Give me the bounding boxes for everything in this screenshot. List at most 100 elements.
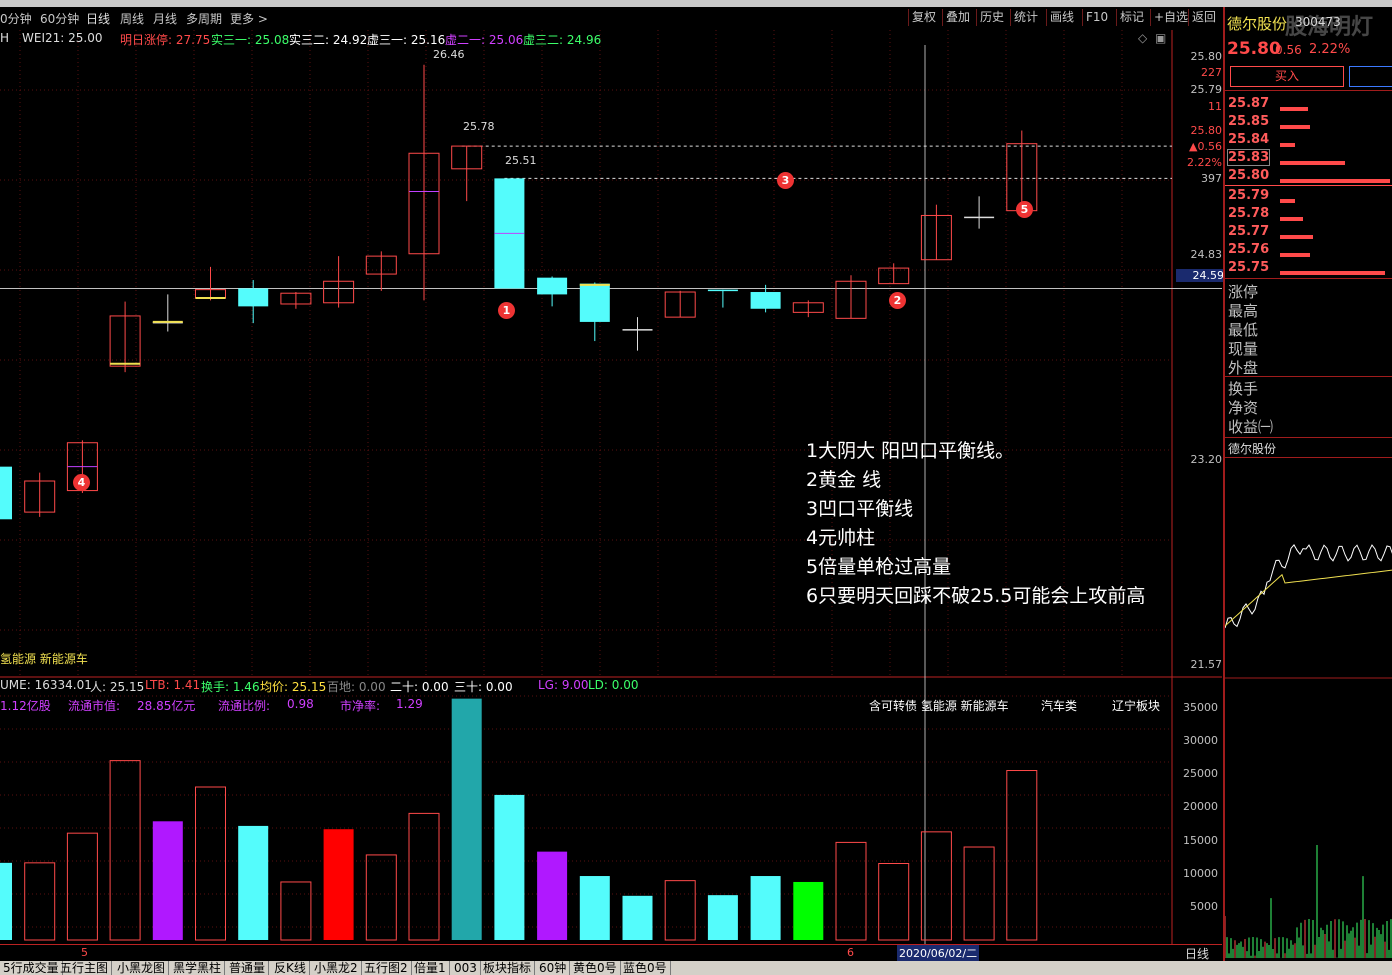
vol-ren: 人: 25.15	[90, 680, 145, 694]
vol-axis-tick: 20000	[1183, 800, 1218, 813]
info-cap: 1.12亿股	[0, 699, 51, 713]
order-size-bar	[1280, 107, 1308, 111]
info-pb: 1.29	[396, 697, 423, 711]
vol-ltb: LTB: 1.41	[145, 678, 201, 692]
f10-button[interactable]: F10	[1082, 9, 1111, 26]
annotation-4: 4元帅柱	[806, 527, 876, 549]
candle-body	[622, 329, 653, 331]
marker-4: 4	[73, 474, 90, 491]
period-week[interactable]: 周线	[120, 10, 144, 27]
tab-indicator[interactable]: 蓝色0号	[620, 961, 671, 975]
tab-indicator[interactable]: 五行图2	[361, 961, 412, 975]
axis-tick: 24.83	[1190, 248, 1223, 261]
volume-bar	[0, 862, 12, 940]
draw-button[interactable]: 画线	[1046, 9, 1077, 26]
order-price: 25.87	[1228, 96, 1270, 111]
time-axis: 5 6 2020/06/02/二 日线	[0, 944, 1222, 961]
volume-bar	[793, 881, 824, 940]
volume-bar	[622, 895, 653, 940]
volume-bar	[280, 881, 312, 941]
order-price: 25.84	[1228, 132, 1270, 147]
volume-bar	[195, 786, 226, 941]
annotation-5: 5倍量单枪过高量	[806, 556, 952, 578]
axis-tick: ▲0.56	[1189, 140, 1222, 153]
period-month[interactable]: 月线	[153, 10, 177, 27]
tab-indicator[interactable]: 5行成交量	[0, 961, 63, 975]
order-price: 25.85	[1228, 114, 1270, 129]
vol-baidi: 百地: 0.00	[327, 680, 386, 694]
tab-indicator[interactable]: 黄色0号	[570, 961, 621, 975]
period-10min[interactable]: 0分钟	[0, 10, 32, 27]
volume-bar	[707, 895, 738, 940]
history-button[interactable]: 历史	[976, 9, 1007, 26]
window-icon[interactable]: ▣	[1155, 31, 1166, 45]
level-label-1: 25.78	[463, 120, 495, 133]
axis-tick: 397	[1201, 172, 1222, 185]
volume-chart[interactable]	[0, 678, 1222, 945]
back-button[interactable]: 返回	[1188, 9, 1219, 26]
order-price: 25.78	[1228, 206, 1270, 221]
tab-indicator[interactable]: 五行主图	[57, 961, 113, 975]
axis-tick: 21.57	[1190, 658, 1223, 671]
fuquan-button[interactable]: 复权	[908, 9, 939, 26]
legend-limit-up: 明日涨停: 27.75	[120, 33, 211, 47]
buy-button[interactable]: 买入	[1230, 66, 1344, 87]
volume-bar	[66, 832, 98, 941]
vol-ershi: 二十: 0.00	[390, 680, 449, 694]
annotation-2: 2黄金 线	[806, 469, 882, 491]
mark-button[interactable]: 标记	[1116, 9, 1147, 26]
legend-h: H	[0, 31, 10, 45]
volume-bar	[238, 825, 269, 940]
diamond-icon[interactable]: ◇	[1138, 31, 1147, 45]
info-float-value-label: 流通市值:	[68, 699, 121, 713]
vol-lg: LG: 9.00	[538, 678, 589, 692]
sell-button[interactable]	[1349, 66, 1392, 87]
marker-3: 3	[777, 172, 794, 189]
tab-indicator[interactable]: 小黑龙图	[114, 961, 170, 975]
add-watchlist-button[interactable]: +自选	[1150, 9, 1191, 26]
candle-body	[0, 466, 12, 520]
period-multi[interactable]: 多周期	[186, 10, 222, 27]
legend-x32: 虚三二: 24.96	[523, 33, 602, 47]
order-price: 25.80	[1228, 168, 1270, 183]
indicator-legend: H WEI21: 25.00 明日涨停: 27.75 实三一: 25.08 实三…	[0, 30, 1166, 47]
tab-indicator[interactable]: 倍量1	[411, 961, 450, 975]
volume-bar	[152, 821, 183, 940]
info-float-ratio-label: 流通比例:	[218, 699, 271, 713]
period-60min[interactable]: 60分钟	[40, 10, 79, 27]
tab-indicator[interactable]: 反K线	[271, 961, 310, 975]
tab-indicator[interactable]: 60钟	[536, 961, 571, 975]
candle-body	[537, 277, 568, 295]
label-eps: 收益㈠	[1228, 418, 1274, 436]
stats-button[interactable]: 统计	[1010, 9, 1041, 26]
high-price-label: 26.46	[433, 48, 465, 61]
intraday-mini-chart[interactable]	[1225, 458, 1392, 961]
divider	[1225, 437, 1392, 438]
tab-indicator[interactable]: 小黑龙2	[311, 961, 362, 975]
indicator-tabs: 5行成交量 五行主图 小黑龙图 黑学黑柱 普通量 反K线 小黑龙2 五行图2 倍…	[0, 961, 1392, 975]
vol-volume: UME: 16334.01	[0, 678, 92, 692]
tab-indicator[interactable]: 板块指标	[480, 961, 536, 975]
vol-axis-tick: 35000	[1183, 701, 1218, 714]
mini-chart-title: 德尔股份	[1228, 442, 1277, 456]
volume-bar	[365, 854, 397, 941]
average-line	[1225, 569, 1392, 627]
info-float-value: 28.85亿元	[137, 699, 196, 713]
period-day[interactable]: 日线	[86, 10, 110, 27]
order-price: 25.76	[1228, 242, 1270, 257]
tab-indicator[interactable]: 003	[451, 961, 481, 975]
info-tag-region: 辽宁板块	[1112, 699, 1161, 713]
tab-indicator[interactable]: 普通量	[226, 961, 270, 975]
vol-avg: 均价: 25.15	[260, 680, 327, 694]
order-price: 25.79	[1228, 188, 1270, 203]
label-turnover: 换手	[1228, 380, 1259, 398]
volume-bar	[750, 876, 781, 940]
volume-bar	[408, 812, 440, 941]
period-more[interactable]: 更多 >	[230, 10, 268, 27]
annotation-3: 3凹口平衡线	[806, 498, 914, 520]
info-float-ratio: 0.98	[287, 697, 314, 711]
marker-2: 2	[889, 292, 906, 309]
tab-indicator[interactable]: 黑学黑柱	[170, 961, 226, 975]
overlay-button[interactable]: 叠加	[942, 9, 973, 26]
volume-bar	[664, 880, 696, 941]
